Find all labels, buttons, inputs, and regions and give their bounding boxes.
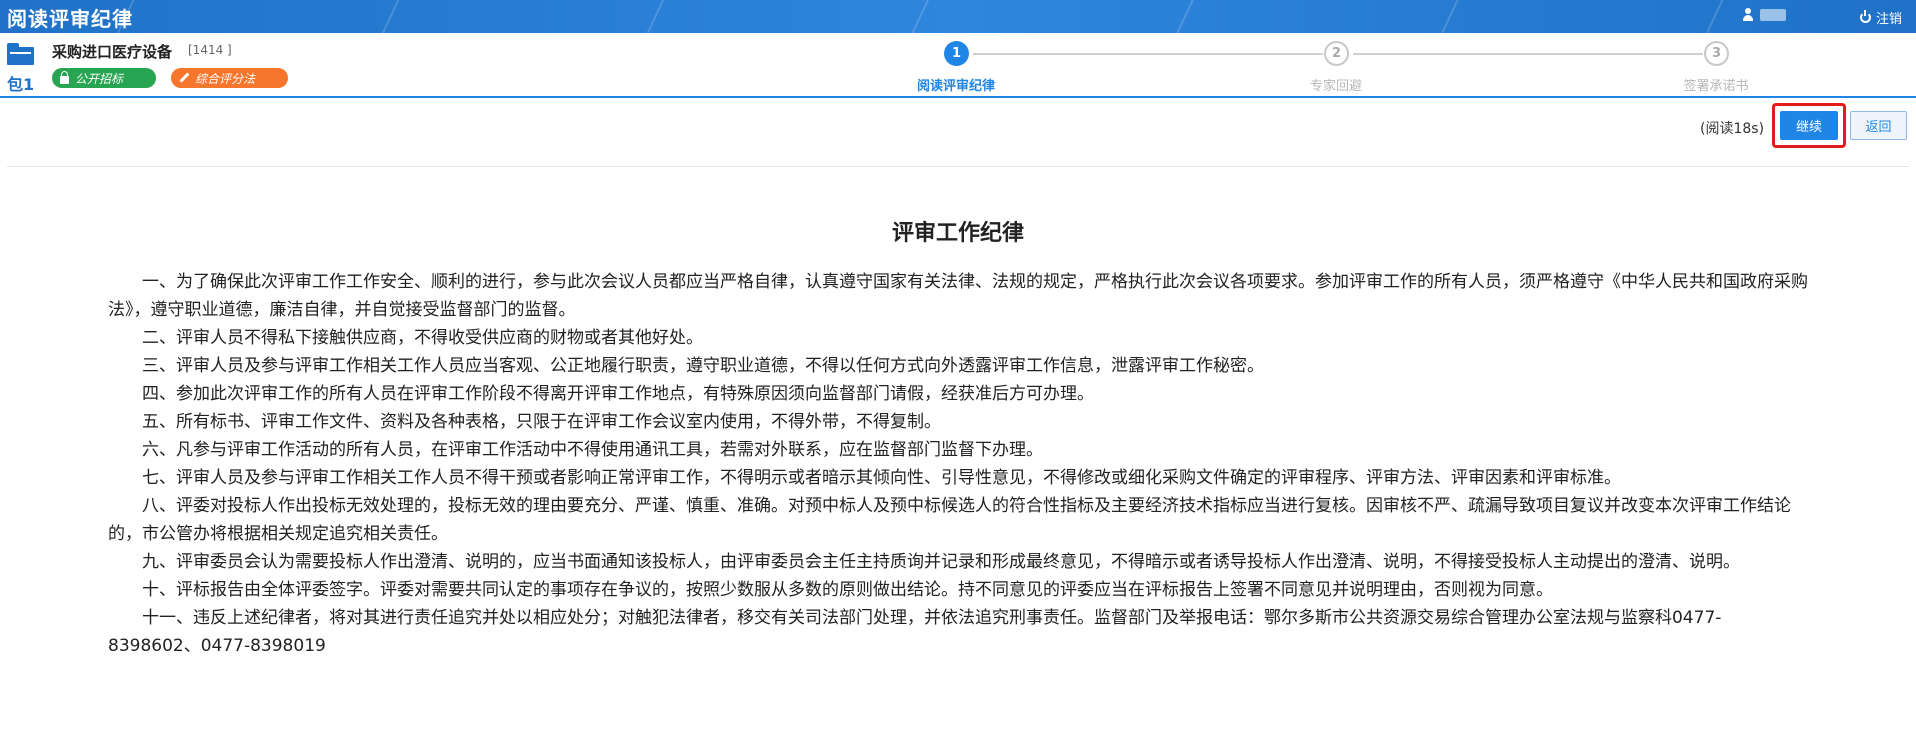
rule-paragraph: 五、所有标书、评审工作文件、资料及各种表格，只限于在评审工作会议室内使用，不得外… (142, 412, 941, 432)
rule-paragraph: 十、评标报告由全体评委签字。评委对需要共同认定的事项存在争议的，按照少数服从多数… (142, 580, 1553, 600)
rule-paragraph: 八、评委对投标人作出投标无效处理的，投标无效的理由要充分、严谨、慎重、准确。对预… (108, 496, 1791, 544)
step-1-indicator: 1 (944, 41, 969, 66)
read-timer: (阅读18s) (1700, 121, 1765, 137)
package-label: 包1 (7, 75, 35, 94)
tag-label: 综合评分法 (195, 71, 256, 86)
back-button[interactable]: 返回 (1850, 111, 1907, 140)
power-icon (1859, 10, 1871, 23)
rule-paragraph: 三、评审人员及参与评审工作相关工作人员应当客观、公正地履行职责，遵守职业道德，不… (142, 356, 1264, 376)
step-3-label: 签署承诺书 (1683, 79, 1749, 94)
user-icon (1742, 8, 1754, 21)
document-body: 一、为了确保此次评审工作工作安全、顺利的进行，参与此次会议人员都应当严格自律，认… (108, 268, 1808, 660)
folder-icon (7, 43, 34, 65)
top-bar: 阅读评审纪律 注销 (0, 0, 1916, 33)
step-1-label: 阅读评审纪律 (916, 79, 995, 94)
rule-paragraph: 九、评审委员会认为需要投标人作出澄清、说明的，应当书面通知该投标人，由评审委员会… (142, 552, 1740, 572)
document-title: 评审工作纪律 (891, 221, 1024, 246)
project-name: 采购进口医疗设备 (52, 43, 173, 61)
app-title: 阅读评审纪律 (7, 7, 133, 31)
rule-paragraph: 六、凡参与评审工作活动的所有人员，在评审工作活动中不得使用通讯工具，若需对外联系… (142, 440, 1043, 460)
step-connector (973, 53, 1323, 55)
divider (7, 166, 1909, 167)
logout-label: 注销 (1875, 12, 1902, 27)
logout-button[interactable]: 注销 (1859, 8, 1902, 27)
user-name-redacted (1760, 8, 1786, 21)
rule-paragraph: 二、评审人员不得私下接触供应商，不得收受供应商的财物或者其他好处。 (142, 328, 703, 348)
user-info[interactable] (1742, 8, 1786, 21)
project-code: [1414 ] (188, 43, 232, 57)
rule-paragraph: 七、评审人员及参与评审工作相关工作人员不得干预或者影响正常评审工作，不得明示或者… (142, 468, 1621, 488)
step-2-indicator: 2 (1324, 41, 1349, 66)
pencil-icon (179, 73, 189, 83)
rule-paragraph: 一、为了确保此次评审工作工作安全、顺利的进行，参与此次会议人员都应当严格自律，认… (108, 272, 1808, 320)
rule-paragraph: 四、参加此次评审工作的所有人员在评审工作阶段不得离开评审工作地点，有特殊原因须向… (142, 384, 1094, 404)
project-header: 包1 采购进口医疗设备 [1414 ] 公开招标 综合评分法 1 阅读评审纪律 … (0, 33, 1916, 98)
continue-button[interactable]: 继续 (1780, 111, 1838, 140)
rule-paragraph: 十一、违反上述纪律者，将对其进行责任追究并处以相应处分；对触犯法律者，移交有关司… (108, 608, 1722, 656)
procurement-method-tag: 公开招标 (52, 68, 156, 88)
step-3-indicator: 3 (1704, 41, 1729, 66)
step-connector (1353, 53, 1703, 55)
step-2-label: 专家回避 (1309, 79, 1362, 94)
header-decoration (0, 0, 1916, 33)
lock-icon (60, 70, 69, 84)
evaluation-method-tag: 综合评分法 (171, 68, 288, 88)
tag-label: 公开招标 (75, 71, 124, 86)
